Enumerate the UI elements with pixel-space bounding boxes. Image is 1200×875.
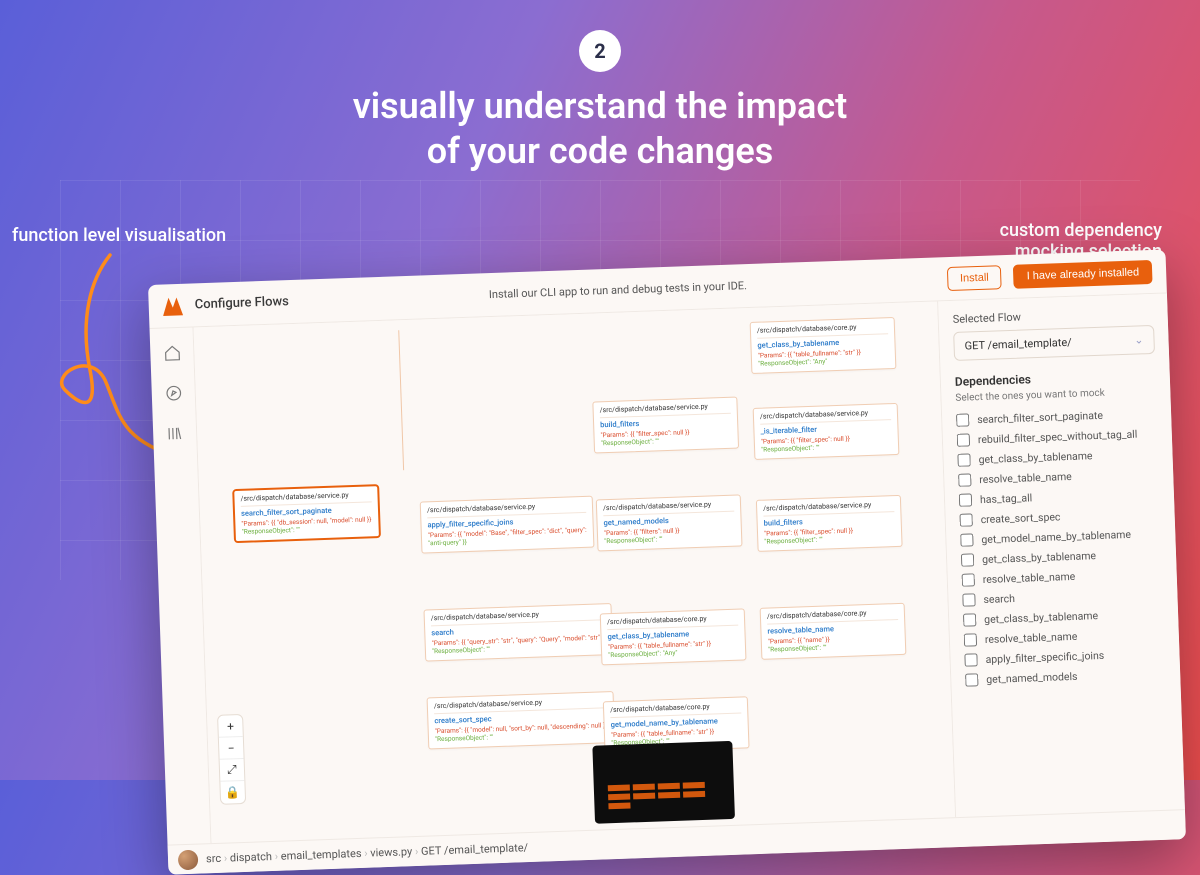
flow-select[interactable]: GET /email_template/ ⌄ — [953, 325, 1155, 361]
dependency-label: get_named_models — [986, 670, 1078, 686]
dependencies-subtext: Select the ones you want to mock — [955, 386, 1156, 404]
flow-node[interactable]: /src/dispatch/database/core.pyget_class_… — [750, 317, 897, 374]
dependency-label: resolve_table_name — [985, 630, 1078, 646]
dependency-list: search_filter_sort_paginate rebuild_filte… — [956, 407, 1166, 687]
page-title: Configure Flows — [194, 294, 289, 312]
dependency-checkbox[interactable] — [964, 633, 977, 646]
compass-icon[interactable] — [164, 384, 183, 403]
dependency-checkbox[interactable] — [960, 533, 973, 546]
dependency-label: get_class_by_tablename — [984, 609, 1098, 626]
dependency-checkbox[interactable] — [962, 593, 975, 606]
dependency-checkbox[interactable] — [959, 513, 972, 526]
dependency-item[interactable]: resolve_table_name — [962, 567, 1163, 587]
dependency-label: resolve_table_name — [979, 470, 1072, 486]
dependency-label: create_sort_spec — [980, 510, 1060, 526]
annotation-left: function level visualisation — [12, 225, 226, 246]
dependency-item[interactable]: create_sort_spec — [959, 507, 1160, 527]
banner-text: Install our CLI app to run and debug tes… — [301, 273, 936, 308]
avatar[interactable] — [178, 849, 199, 870]
dependency-label: has_tag_all — [980, 491, 1033, 506]
dependency-item[interactable]: search_filter_sort_paginate — [956, 407, 1157, 427]
dependency-item[interactable]: has_tag_all — [959, 487, 1160, 507]
dependency-item[interactable]: get_model_name_by_tablename — [960, 527, 1161, 547]
already-installed-button[interactable]: I have already installed — [1013, 259, 1152, 288]
dependency-checkbox[interactable] — [958, 473, 971, 486]
breadcrumb-item[interactable]: src — [206, 852, 222, 866]
zoom-in-button[interactable]: + — [218, 715, 243, 738]
dependency-label: get_class_by_tablename — [978, 449, 1092, 466]
details-panel: Selected Flow GET /email_template/ ⌄ Dep… — [937, 293, 1185, 817]
dependency-label: apply_filter_specific_joins — [985, 649, 1104, 666]
dependency-item[interactable]: get_named_models — [965, 667, 1166, 687]
dependency-label: get_model_name_by_tablename — [981, 528, 1131, 546]
library-icon[interactable] — [165, 424, 184, 443]
hero-title: visually understand the impact of your c… — [0, 84, 1200, 174]
breadcrumb-item[interactable]: GET /email_template/ — [421, 841, 529, 858]
dependency-checkbox[interactable] — [963, 613, 976, 626]
dependency-label: search — [983, 592, 1015, 606]
dependency-item[interactable]: rebuild_filter_spec_without_tag_all — [957, 427, 1158, 447]
app-window: Configure Flows Install our CLI app to r… — [148, 249, 1186, 874]
dependency-checkbox[interactable] — [957, 453, 970, 466]
flow-node[interactable]: /src/dispatch/database/service.pysearch_… — [233, 485, 380, 542]
dependency-checkbox[interactable] — [965, 673, 978, 686]
flow-node[interactable]: /src/dispatch/database/service.py_is_ite… — [753, 403, 900, 460]
minimap[interactable] — [592, 741, 735, 824]
dependency-item[interactable]: get_class_by_tablename — [957, 447, 1158, 467]
flow-node[interactable]: /src/dispatch/database/service.pyget_nam… — [596, 494, 743, 551]
chevron-right-icon: › — [361, 847, 370, 860]
flow-node[interactable]: /src/dispatch/database/core.pyresolve_ta… — [760, 603, 907, 660]
breadcrumb-item[interactable]: dispatch — [230, 850, 273, 864]
dependency-label: rebuild_filter_spec_without_tag_all — [978, 428, 1138, 447]
dependencies-heading: Dependencies — [955, 368, 1156, 389]
flow-node[interactable]: /src/dispatch/database/service.pyapply_f… — [420, 496, 594, 554]
step-badge: 2 — [579, 30, 621, 72]
home-icon[interactable] — [163, 344, 182, 363]
dependency-checkbox[interactable] — [964, 653, 977, 666]
dependency-checkbox[interactable] — [962, 573, 975, 586]
dependency-label: get_class_by_tablename — [982, 549, 1096, 566]
flow-connectors — [194, 317, 499, 477]
dependency-item[interactable]: get_class_by_tablename — [963, 607, 1164, 627]
dependency-checkbox[interactable] — [959, 493, 972, 506]
flow-node[interactable]: /src/dispatch/database/service.pycreate_… — [427, 691, 615, 750]
zoom-lock-button[interactable]: 🔒 — [220, 781, 245, 804]
logo-icon — [162, 295, 183, 316]
flow-canvas[interactable]: /src/dispatch/database/service.pysearch_… — [194, 301, 956, 843]
flow-select-value: GET /email_template/ — [964, 336, 1072, 353]
dependency-checkbox[interactable] — [961, 553, 974, 566]
dependency-checkbox[interactable] — [957, 433, 970, 446]
dependency-label: resolve_table_name — [983, 570, 1076, 586]
breadcrumb-item[interactable]: views.py — [370, 845, 412, 859]
minimap-content — [607, 755, 721, 809]
flow-node[interactable]: /src/dispatch/database/core.pyget_class_… — [600, 608, 747, 665]
selected-flow-label: Selected Flow — [952, 306, 1153, 326]
zoom-out-button[interactable]: − — [219, 737, 244, 760]
dependency-label: search_filter_sort_paginate — [977, 409, 1103, 426]
chevron-down-icon: ⌄ — [1134, 333, 1144, 346]
flow-node[interactable]: /src/dispatch/database/service.pysearch"… — [423, 603, 613, 662]
dependency-checkbox[interactable] — [956, 413, 969, 426]
breadcrumb-item[interactable]: email_templates — [281, 847, 362, 863]
dependency-item[interactable]: search — [962, 587, 1163, 607]
dependency-item[interactable]: get_class_by_tablename — [961, 547, 1162, 567]
zoom-controls: + − ⤢ 🔒 — [217, 714, 246, 805]
flow-node[interactable]: /src/dispatch/database/service.pybuild_f… — [756, 495, 903, 552]
dependency-item[interactable]: resolve_table_name — [964, 627, 1165, 647]
dependency-item[interactable]: resolve_table_name — [958, 467, 1159, 487]
chevron-right-icon: › — [412, 845, 421, 858]
zoom-fit-button[interactable]: ⤢ — [220, 759, 245, 782]
install-button[interactable]: Install — [947, 265, 1003, 291]
dependency-item[interactable]: apply_filter_specific_joins — [964, 647, 1165, 667]
flow-node[interactable]: /src/dispatch/database/service.pybuild_f… — [592, 397, 739, 454]
